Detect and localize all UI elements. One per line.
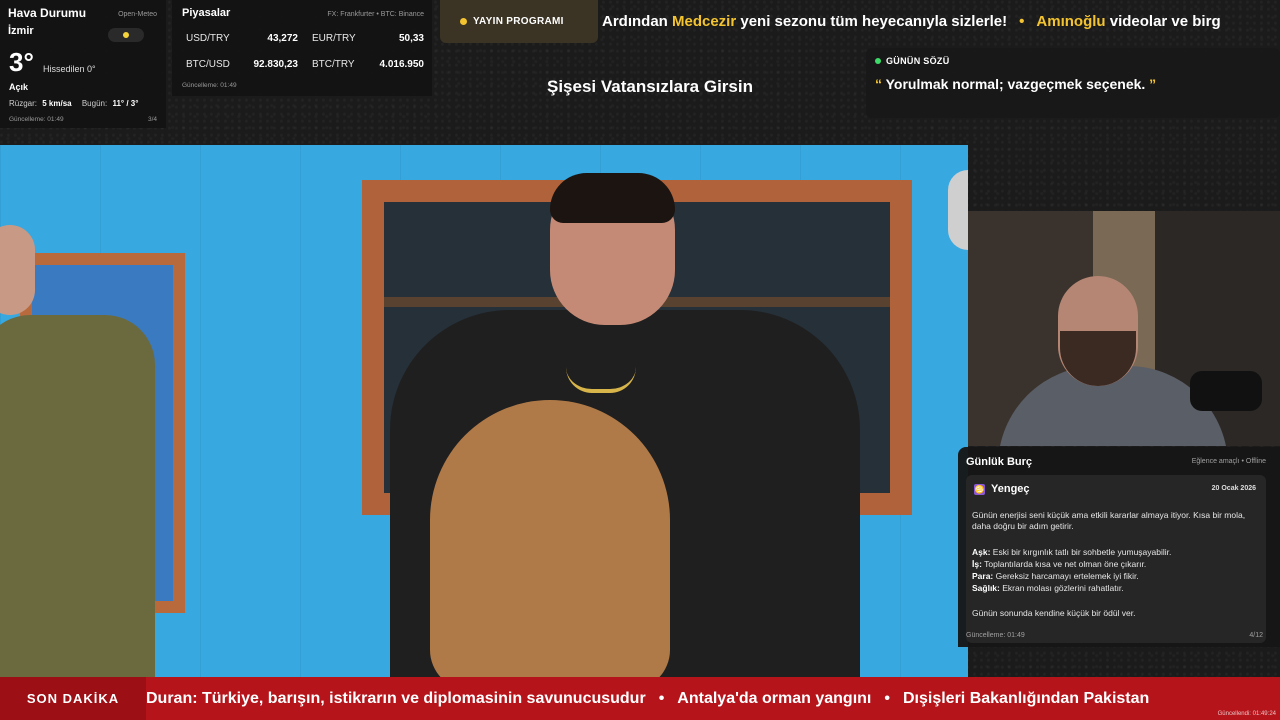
quote-label: GÜNÜN SÖZÜ [886,56,950,66]
markets-widget: Piyasalar FX: Frankfurter • BTC: Binance… [172,0,432,96]
video-person-left-head [0,225,35,315]
line-label: Sağlık: [972,583,1000,593]
line-label: İş: [972,559,982,569]
weather-updated: Güncelleme: 01:49 [9,116,64,123]
sun-icon [108,28,144,42]
news-separator: • [658,689,665,707]
horoscope-line-money: Para: Gereksiz harcamayı ertelemek iyi f… [972,571,1257,581]
video-person-hair [550,173,675,223]
markets-title: Piyasalar [182,7,231,19]
quote-close-mark: ” [1149,76,1157,92]
markets-source: FX: Frankfurter • BTC: Binance [327,11,424,18]
news-item: Antalya'da orman yangını [677,689,872,707]
rate-value: 43,272 [267,32,298,44]
schedule-button-label: YAYIN PROGRAMI [473,16,564,27]
horoscope-line-health: Sağlık: Ekran molası gözlerini rahatlatı… [972,583,1257,593]
rate-value: 92.830,23 [253,58,299,70]
weather-source: Open-Meteo [118,11,157,18]
live-dot-icon [460,18,467,25]
quote-widget: GÜNÜN SÖZÜ “ Yorulmak normal; vazgeçmek … [866,48,1280,118]
horoscope-title: Günlük Burç [966,456,1033,468]
today-value: 11° / 3° [112,99,139,108]
main-video [0,145,968,677]
quote-text-row: “ Yorulmak normal; vazgeçmek seçenek. ” [875,76,1271,92]
line-text: Ekran molası gözlerini rahatlatır. [999,583,1124,593]
weather-widget: Hava Durumu Open-Meteo İzmir 3° Hissedil… [0,0,166,128]
ticker-highlight: Medcezir [672,13,737,30]
line-text: Toplantılarda kısa ve net olman öne çıka… [981,559,1147,569]
horoscope-line-work: İş: Toplantılarda kısa ve net olman öne … [972,559,1257,569]
rate-label: USD/TRY [186,32,230,44]
rate-usd-try: USD/TRY 43,272 [186,26,298,50]
ticker-text: Ardından [602,13,672,30]
horoscope-date: 20 Ocak 2026 [1211,485,1256,492]
weather-wind-row: Rüzgar: 5 km/sa Bugün: 11° / 3° [9,99,138,108]
today-label: Bugün: [81,99,108,108]
wind-label: Rüzgar: [9,99,38,108]
microphone-icon [1190,371,1262,411]
rate-label: BTC/TRY [312,58,355,70]
wind-value: 5 km/sa [42,99,72,108]
rate-btc-usd: BTC/USD 92.830,23 [186,52,298,76]
weather-feels-like: Hissedilen 0° [43,64,96,74]
horoscope-closing: Günün sonunda kendine küçük bir ödül ver… [972,608,1136,618]
ticker-highlight: Amınoğlu [1036,13,1106,30]
video-person-left [0,315,155,677]
breaking-label: SON DAKİKA [0,677,146,720]
horoscope-widget: Günlük Burç Eğlence amaçlı • Offline ♋ Y… [958,447,1280,647]
news-separator: • [884,689,890,707]
video-lamp [948,170,968,250]
quote-open-mark: “ [875,76,882,92]
line-label: Para: [972,571,994,581]
weather-condition: Açık [9,82,29,92]
rate-eur-try: EUR/TRY 50,33 [312,26,424,50]
line-text: Gereksiz harcamayı ertelemek iyi fikir. [993,571,1139,581]
markets-updated: Güncelleme: 01:49 [182,82,237,89]
schedule-ticker: Ardından Medcezir yeni sezonu tüm heyeca… [598,0,1280,43]
video-person-front [430,400,670,677]
quote-label-row: GÜNÜN SÖZÜ [875,56,1271,66]
horoscope-status: Eğlence amaçlı • Offline [1191,458,1266,465]
horoscope-line-love: Aşk: Eski bir kırgınlık tatlı bir sohbet… [972,547,1257,557]
rate-value: 4.016.950 [379,58,425,70]
ticker-separator: • [1019,13,1025,30]
horoscope-sign: Yengeç [991,483,1030,495]
ticker-text: yeni sezonu tüm heyecanıyla sizlerle! [736,13,1008,30]
news-item: Duran: Türkiye, barışın, istikrarın ve d… [146,689,646,707]
rate-label: BTC/USD [186,58,230,70]
schedule-button[interactable]: YAYIN PROGRAMI [440,0,598,43]
line-label: Aşk: [972,547,991,557]
horoscope-page: 4/12 [1249,632,1263,639]
zodiac-icon: ♋ [974,484,985,495]
breaking-news-bar: SON DAKİKA Duran: Türkiye, barışın, isti… [0,677,1280,720]
ticker-item: Amınoğlu videolar ve birg [1036,13,1220,30]
rate-label: EUR/TRY [312,32,356,44]
news-item: Dışişleri Bakanlığından Pakistan [902,689,1150,707]
breaking-ticker: Duran: Türkiye, barışın, istikrarın ve d… [146,677,1280,720]
breaking-updated: Güncellendi: 01:49:24 [1217,711,1276,717]
quote-text: Yorulmak normal; vazgeçmek seçenek. [882,76,1150,92]
webcam-feed [968,211,1280,446]
horoscope-card: ♋ Yengeç 20 Ocak 2026 Günün enerjisi sen… [966,475,1266,643]
rate-value: 50,33 [398,32,424,44]
status-dot-icon [875,58,881,64]
horoscope-intro: Günün enerjisi seni küçük ama etkili kar… [972,510,1246,531]
rate-btc-try: BTC/TRY 4.016.950 [312,52,424,76]
ticker-text: videolar ve birg [1105,13,1221,30]
ticker-item: Ardından Medcezir yeni sezonu tüm heyeca… [602,13,1007,30]
weather-temperature: 3° [9,47,34,77]
show-title: Şişesi Vatansızlara Girsin [546,77,753,96]
weather-page: 3/4 [147,116,157,123]
line-text: Eski bir kırgınlık tatlı bir sohbetle yu… [990,547,1172,557]
horoscope-updated: Güncelleme: 01:49 [966,632,1025,639]
